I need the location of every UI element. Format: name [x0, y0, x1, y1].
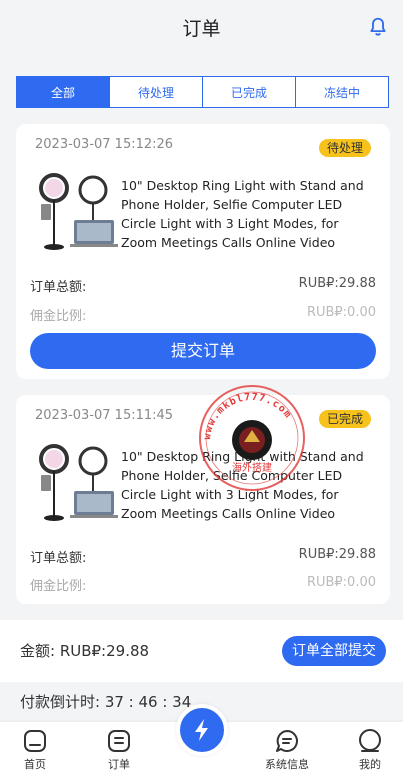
orders-icon	[108, 730, 130, 752]
home-icon	[24, 730, 46, 752]
product-image	[39, 444, 118, 521]
commission-value: RUB₽:0.00	[306, 305, 376, 320]
order-time: 2023-03-07 15:12:26	[35, 137, 174, 152]
lightning-icon	[195, 719, 208, 741]
order-time: 2023-03-07 15:11:45	[35, 408, 174, 423]
order-total-value: RUB₽:29.88	[298, 276, 376, 291]
center-action-button[interactable]	[176, 704, 228, 756]
product-image	[39, 173, 118, 250]
order-total-row: 订单总额: RUB₽:29.88	[30, 547, 376, 566]
commission-row: 佣金比例: RUB₽:0.00	[30, 305, 376, 324]
submit-all-orders-button[interactable]: 订单全部提交	[282, 636, 386, 666]
tab-frozen[interactable]: 冻结中	[296, 77, 388, 107]
order-card: 2023-03-07 15:12:26 待处理 10" Desktop Ring…	[16, 124, 390, 379]
product-name: 10" Desktop Ring Light with Stand and Ph…	[121, 178, 364, 250]
total-amount: 金额: RUB₽:29.88	[20, 642, 150, 660]
submit-order-button[interactable]: 提交订单	[30, 333, 376, 369]
tabbar-label-home: 首页	[24, 758, 46, 771]
page-header: 订单	[0, 0, 403, 56]
bell-icon[interactable]	[367, 16, 389, 38]
tab-pending[interactable]: 待处理	[110, 77, 203, 107]
bottom-tabbar: 首页 订单 系统信息 我的	[0, 704, 403, 776]
tabbar-label-messages: 系统信息	[265, 758, 309, 771]
svg-text:海外搭建: 海外搭建	[232, 461, 272, 474]
commission-label: 佣金比例:	[30, 579, 87, 594]
tabbar-label-orders: 订单	[108, 758, 130, 771]
page-title: 订单	[182, 18, 221, 40]
summary-bar: 金额: RUB₽:29.88 订单全部提交	[0, 620, 403, 682]
order-total-label: 订单总额:	[30, 280, 87, 295]
commission-row: 佣金比例: RUB₽:0.00	[30, 575, 376, 594]
tabbar-label-profile: 我的	[359, 758, 381, 771]
order-total-value: RUB₽:29.88	[298, 547, 376, 562]
order-total-row: 订单总额: RUB₽:29.88	[30, 276, 376, 295]
tab-completed[interactable]: 已完成	[203, 77, 296, 107]
commission-value: RUB₽:0.00	[306, 575, 376, 590]
commission-label: 佣金比例:	[30, 309, 87, 324]
tabbar-item-profile[interactable]: 我的	[340, 728, 400, 772]
tabbar-item-orders[interactable]: 订单	[89, 728, 149, 772]
status-badge: 待处理	[318, 139, 371, 157]
payment-countdown: 付款倒计时: 37 : 46 : 34	[20, 693, 192, 711]
tabbar-item-messages[interactable]: 系统信息	[257, 728, 317, 772]
tab-all[interactable]: 全部	[17, 77, 110, 107]
status-badge: 已完成	[318, 410, 371, 428]
status-tabs: 全部 待处理 已完成 冻结中	[16, 76, 389, 108]
profile-icon	[359, 729, 381, 752]
watermark-stamp: www.mkbl777.com 海外搭建	[199, 385, 305, 491]
tabbar-item-home[interactable]: 首页	[5, 728, 65, 772]
order-total-label: 订单总额:	[30, 551, 87, 566]
message-icon	[276, 730, 298, 752]
